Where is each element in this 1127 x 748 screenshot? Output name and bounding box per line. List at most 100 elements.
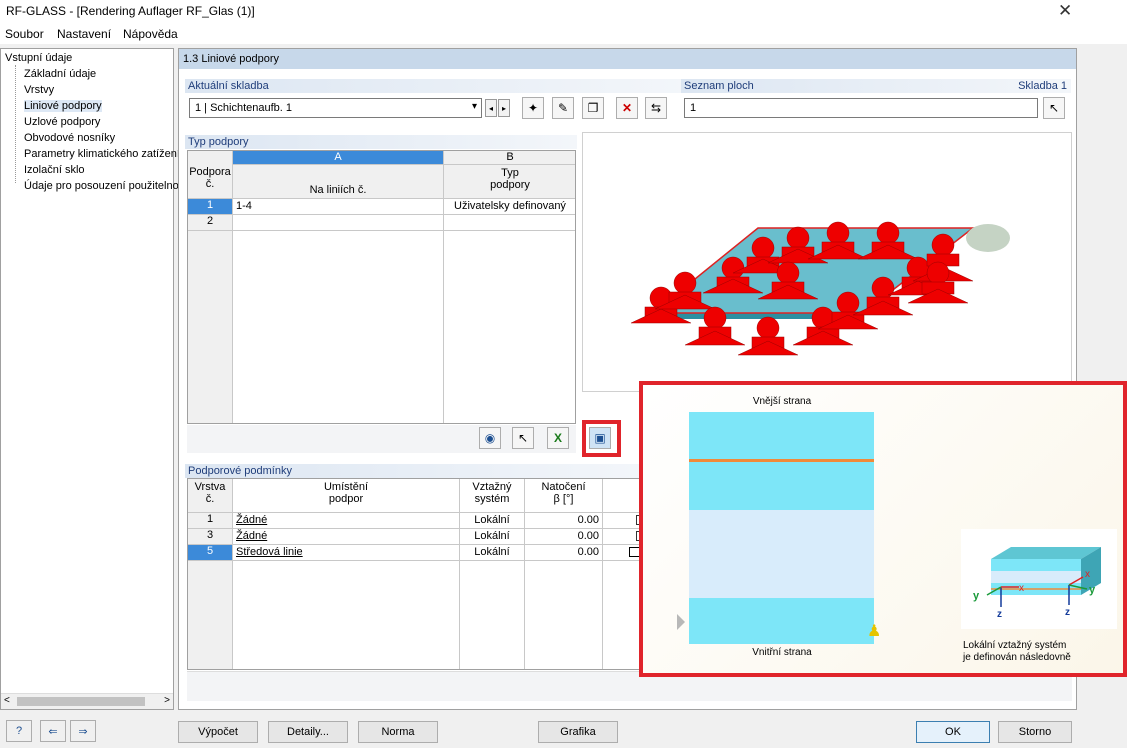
location-cell[interactable]: Žádné <box>233 513 460 529</box>
menu-help[interactable]: Nápověda <box>123 27 178 41</box>
col-divider <box>524 561 525 669</box>
pointer-arrow-icon <box>677 614 685 630</box>
scroll-left-icon[interactable]: < <box>4 695 10 706</box>
title-bar: RF-GLASS - [Rendering Auflager RF_Glas (… <box>0 0 1127 24</box>
navigator-tree: Vstupní údaje Základní údaje Vrstvy Lini… <box>0 48 190 710</box>
col-b-letter[interactable]: B <box>444 151 575 165</box>
tree-item-basic[interactable]: Základní údaje <box>24 68 96 80</box>
col-b-header: Typ podpory <box>444 165 575 199</box>
rotation-header-1: Natočení <box>541 481 586 493</box>
calculation-button[interactable]: Výpočet <box>178 721 258 743</box>
inner-side-label: Vnitřní strana <box>752 647 812 658</box>
surface-list-value: 1 <box>690 102 697 114</box>
layer-select[interactable]: 1 | Schichtenaufb. 1 ▾ <box>189 98 482 118</box>
location-cell[interactable]: Středová linie <box>233 545 460 561</box>
tree-line <box>15 65 16 183</box>
tree-item-serviceability[interactable]: Údaje pro posouzení použitelnosti <box>24 180 190 192</box>
previous-page-icon[interactable]: ⇐ <box>40 720 66 742</box>
row-number[interactable]: 1 <box>188 199 233 215</box>
inner-layer <box>689 598 874 644</box>
local-system-note-2: je definován následovně <box>963 652 1071 663</box>
surface-list-title: Seznam ploch <box>684 80 754 92</box>
rotation-cell[interactable]: 0.00 <box>525 545 603 561</box>
local-system-note-1: Lokální vztažný systém <box>963 640 1067 651</box>
row-number[interactable]: 2 <box>188 215 233 231</box>
support-marker-icon: ♟ <box>867 623 882 640</box>
outer-side-label: Vnější strana <box>752 396 812 407</box>
location-cell[interactable]: Žádné <box>233 529 460 545</box>
tree-root[interactable]: Vstupní údaje <box>5 52 72 64</box>
svg-text:x: x <box>1019 583 1024 594</box>
system-cell[interactable]: Lokální <box>460 529 525 545</box>
menu-bar: Soubor Nastavení Nápověda <box>0 24 1127 44</box>
scroll-thumb[interactable] <box>17 697 145 706</box>
pick-cursor-icon[interactable]: ↖ <box>512 427 534 449</box>
col-a-letter[interactable]: A <box>233 151 444 165</box>
row-number[interactable]: 5 <box>188 545 233 561</box>
surface-list-input[interactable]: 1 <box>684 98 1038 118</box>
next-page-icon[interactable]: ⇒ <box>70 720 96 742</box>
rotation-cell[interactable]: 0.00 <box>525 529 603 545</box>
tree-item-layers[interactable]: Vrstvy <box>24 84 54 96</box>
excel-export-icon[interactable]: X <box>547 427 569 449</box>
delete-icon[interactable]: ✕ <box>616 97 638 119</box>
row-number[interactable]: 1 <box>188 513 233 529</box>
col-a-header: Na liniích č. <box>233 165 444 199</box>
next-arrow-icon[interactable]: ▸ <box>498 99 510 117</box>
system-header: Vztažný systém <box>460 479 525 513</box>
pick-cursor-icon[interactable]: ↖ <box>1043 97 1065 119</box>
tree-scrollbar[interactable]: < > <box>1 693 173 709</box>
system-header-2: systém <box>474 493 510 505</box>
copy-layer-icon[interactable]: ❐ <box>582 97 604 119</box>
support-model-graphic <box>630 221 1010 356</box>
location-header-2: podpor <box>328 493 364 505</box>
prev-arrow-icon[interactable]: ◂ <box>485 99 497 117</box>
lines-cell[interactable] <box>233 215 444 231</box>
panel-title: 1.3 Liniové podpory <box>179 49 1076 69</box>
menu-settings[interactable]: Nastavení <box>57 27 111 41</box>
tree-item-climate-load[interactable]: Parametry klimatického zatížení <box>24 148 180 160</box>
location-header: Umístění podpor <box>233 479 460 513</box>
close-icon[interactable]: ✕ <box>1058 1 1072 21</box>
axis-diagram: x y z x y z <box>961 529 1117 629</box>
3d-view[interactable] <box>582 132 1072 392</box>
type-cell[interactable] <box>444 215 575 231</box>
tree-item-line-supports[interactable]: Liniové podpory <box>24 100 102 112</box>
svg-text:y: y <box>973 590 980 602</box>
col-divider <box>443 231 444 423</box>
svg-text:y: y <box>1089 584 1096 596</box>
edit-layer-icon[interactable]: ✎ <box>552 97 574 119</box>
graphics-button[interactable]: Grafika <box>538 721 618 743</box>
info-graphic-icon[interactable]: ▣ <box>589 427 611 449</box>
details-button[interactable]: Detaily... <box>268 721 348 743</box>
tree-item-nodal-supports[interactable]: Uzlové podpory <box>24 116 100 128</box>
col-divider <box>459 561 460 669</box>
menu-file[interactable]: Soubor <box>5 27 44 41</box>
system-cell[interactable]: Lokální <box>460 545 525 561</box>
layer-select-value: 1 | Schichtenaufb. 1 <box>195 102 293 114</box>
eye-icon[interactable]: ◉ <box>479 427 501 449</box>
row-number[interactable]: 3 <box>188 529 233 545</box>
row-header-filler <box>188 561 233 669</box>
support-type-table: Podpora č. A B Na liniích č. Typ podpory… <box>187 150 576 424</box>
plate-layer <box>991 559 1081 571</box>
ok-button[interactable]: OK <box>916 721 990 743</box>
rotation-cell[interactable]: 0.00 <box>525 513 603 529</box>
norm-button[interactable]: Norma <box>358 721 438 743</box>
current-layer-label: Aktuální skladba <box>185 79 685 93</box>
help-icon[interactable]: ? <box>6 720 32 742</box>
row-header-label: Podpora <box>189 166 231 178</box>
system-cell[interactable]: Lokální <box>460 513 525 529</box>
type-cell[interactable]: Uživatelsky definovaný <box>444 199 575 215</box>
interlayer <box>689 510 874 598</box>
cancel-button[interactable]: Storno <box>998 721 1072 743</box>
tree-item-insulating-glass[interactable]: Izolační sklo <box>24 164 85 176</box>
layer-header: Vrstva č. <box>188 479 233 513</box>
new-layer-icon[interactable]: ✦ <box>522 97 544 119</box>
rotation-header: Natočení β [°] <box>525 479 603 513</box>
scroll-right-icon[interactable]: > <box>164 695 170 706</box>
lines-cell[interactable]: 1-4 <box>233 199 444 215</box>
import-icon[interactable]: ⇆ <box>645 97 667 119</box>
tree-item-edge-beams[interactable]: Obvodové nosníky <box>24 132 115 144</box>
svg-text:z: z <box>997 609 1002 620</box>
